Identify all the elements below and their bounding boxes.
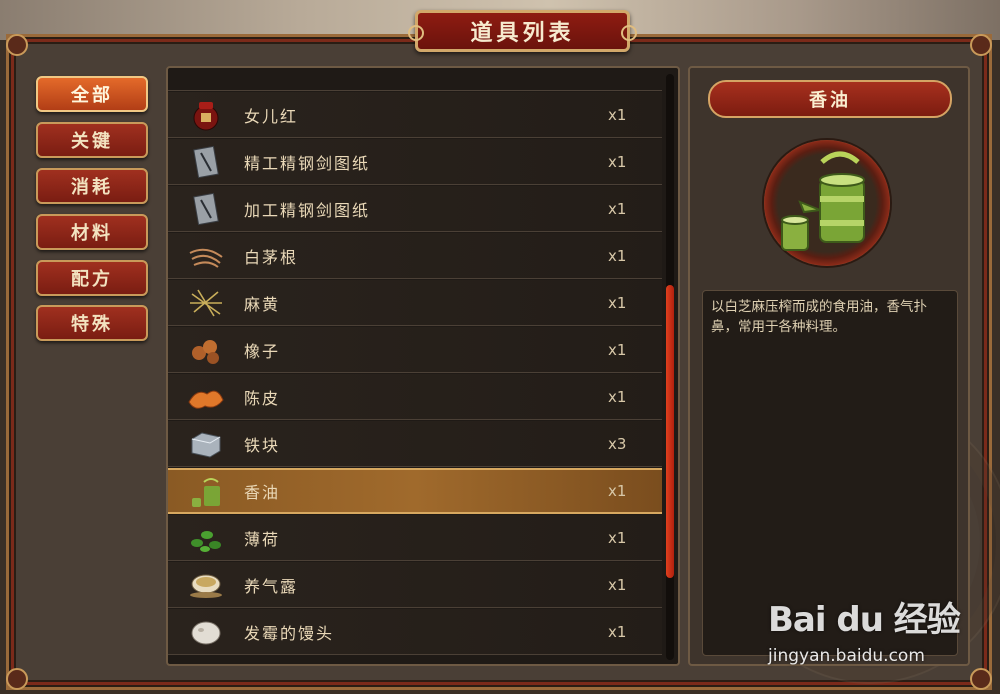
item-quantity: x1 [608,199,627,218]
item-quantity: x1 [608,293,627,312]
category-tab[interactable]: 全部 [36,76,148,112]
item-quantity: x1 [608,246,627,265]
blueprint-scroll-icon [186,145,226,179]
item-row[interactable]: 薄荷 x1 [168,515,662,561]
item-row[interactable]: 养气露 x1 [168,562,662,608]
item-row[interactable]: 麻黄 x1 [168,280,662,326]
item-quantity: x1 [608,152,627,171]
wine-jar-icon [186,98,226,132]
blueprint-scroll-icon [186,192,226,226]
item-name: 精工精钢剑图纸 [244,153,371,173]
item-detail-panel: 香油 以白芝麻压榨而成的食用油，香气扑鼻，常用于各种料理。 [688,66,970,666]
list-row-partial [168,68,662,91]
category-tab[interactable]: 关键 [36,122,148,158]
item-name: 女儿红 [244,106,299,126]
item-list[interactable]: 女儿红 x1 精工精钢剑图纸 x1 加工精钢剑图纸 x1 白茅根 x1 麻黄 x1 橡子 x1 陈皮 x1… [166,66,680,666]
item-name: 白茅根 [244,247,299,267]
selected-item-name: 香油 [708,80,952,118]
item-description-box: 以白芝麻压榨而成的食用油，香气扑鼻，常用于各种料理。 [702,290,958,656]
window-title: 道具列表 [470,21,575,46]
item-quantity: x1 [608,528,627,547]
item-row[interactable]: 发霉的馒头 x1 [168,609,662,655]
item-quantity: x1 [608,482,627,500]
oil-teapot-icon [186,476,226,510]
tea-bowl-icon [186,568,226,602]
item-quantity: x1 [608,622,627,641]
selected-item-icon-frame [764,140,890,266]
category-tab[interactable]: 消耗 [36,168,148,204]
item-name: 香油 [244,483,281,502]
item-row[interactable]: 白茅根 x1 [168,233,662,279]
item-quantity: x1 [608,105,627,124]
iron-ingot-icon [186,427,226,461]
item-name: 养气露 [244,576,299,596]
item-name: 陈皮 [244,388,281,408]
item-name: 铁块 [244,435,281,455]
frame-ornament-icon [6,668,28,690]
frame-ornament-icon [970,668,992,690]
item-row[interactable]: 橡子 x1 [168,327,662,373]
item-name: 发霉的馒头 [244,623,335,643]
root-herb-icon [186,239,226,273]
item-name: 橡子 [244,341,281,361]
item-row[interactable]: 陈皮 x1 [168,374,662,420]
item-name: 加工精钢剑图纸 [244,200,371,220]
category-tab[interactable]: 特殊 [36,305,148,341]
steamed-bun-icon [186,615,226,649]
frame-ornament-icon [6,34,28,56]
category-tab[interactable]: 材料 [36,214,148,250]
item-row[interactable]: 铁块 x3 [168,421,662,467]
item-name: 薄荷 [244,529,281,549]
item-row[interactable]: 加工精钢剑图纸 x1 [168,186,662,232]
item-row[interactable]: 香油 x1 [168,468,662,514]
item-name: 麻黄 [244,294,281,314]
item-quantity: x1 [608,340,627,359]
category-tab[interactable]: 配方 [36,260,148,296]
item-row[interactable]: 精工精钢剑图纸 x1 [168,139,662,185]
scrollbar-thumb[interactable] [666,285,674,578]
window-title-plate: 道具列表 [408,10,637,52]
acorn-icon [186,333,226,367]
oil-teapot-icon [781,151,865,251]
item-quantity: x1 [608,575,627,594]
mint-leaf-icon [186,521,226,555]
item-quantity: x3 [608,434,627,453]
item-row[interactable]: 女儿红 x1 [168,92,662,138]
scrollbar-track[interactable] [666,74,674,660]
orange-peel-icon [186,380,226,414]
item-description: 以白芝麻压榨而成的食用油，香气扑鼻，常用于各种料理。 [711,299,927,335]
straw-herb-icon [186,286,226,320]
item-quantity: x1 [608,387,627,406]
frame-ornament-icon [970,34,992,56]
